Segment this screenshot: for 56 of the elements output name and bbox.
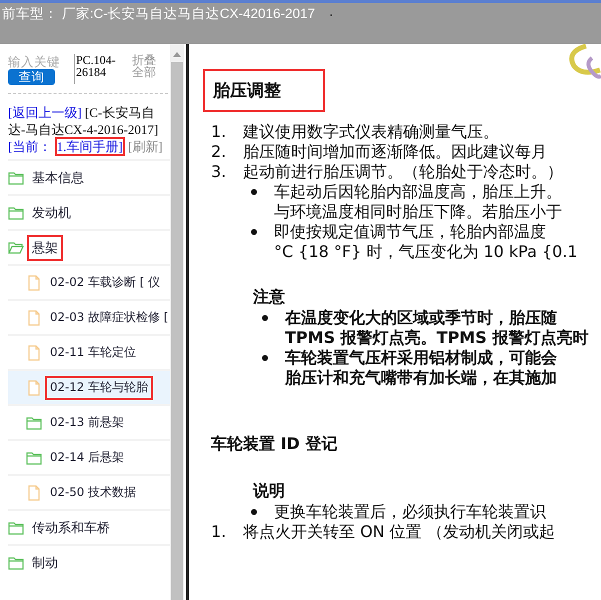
step-number: 1. bbox=[211, 522, 228, 542]
subheading: 车轮装置 ID 登记 bbox=[211, 433, 338, 455]
text-line: 即使按规定值调节气压，轮胎内部温度 bbox=[274, 222, 547, 242]
breadcrumb-link[interactable]: [返回上一级] bbox=[8, 105, 82, 120]
header-mark: . bbox=[329, 5, 334, 22]
bullet-icon bbox=[251, 189, 257, 195]
document-icon bbox=[26, 484, 42, 500]
refresh-link[interactable]: [刷新] bbox=[128, 139, 163, 154]
bullet-icon bbox=[251, 509, 257, 515]
text-line: °C {18 °F} 时，气压变化为 10 kPa {0.1 bbox=[274, 242, 578, 262]
section-heading: 胎压调整 bbox=[203, 69, 325, 112]
breadcrumb-link[interactable]: 1.车间手册] bbox=[54, 137, 125, 156]
document-icon bbox=[26, 344, 42, 360]
tree-item-label: 02-02 车载诊断 [ 仪 bbox=[49, 274, 162, 290]
step-text: 将点火开关转至 ON 位置 （发动机关闭或起 bbox=[243, 522, 555, 542]
tree-item-label: 02-12 车轮与轮胎 bbox=[45, 376, 154, 400]
note-title: 说明 bbox=[252, 480, 286, 502]
text-line: 胎压计和充气嘴带有加长端，在其施加 bbox=[285, 368, 557, 388]
breadcrumb-text: [返回上一级] [C-长安马自达-马自达CX-4-2016-2017] [当前： 1.车间手册] [刷新] bbox=[8, 104, 164, 158]
search-button[interactable]: 查询 bbox=[8, 69, 55, 85]
document-icon bbox=[26, 274, 42, 290]
step-number: 3. bbox=[211, 162, 228, 182]
code-text: PC.104-26184 bbox=[74, 54, 126, 84]
scrollbar[interactable] bbox=[170, 44, 184, 600]
step-text: 建议使用数字式仪表精确测量气压。 bbox=[243, 122, 499, 142]
bullet-icon bbox=[262, 315, 268, 321]
tree-item-label: 基本信息 bbox=[31, 170, 85, 188]
tree-item-label: 制动 bbox=[31, 554, 59, 572]
text-line: 更换车轮装置后，必须执行车轮装置识 bbox=[274, 502, 546, 522]
bullet-icon bbox=[251, 229, 257, 235]
step-number: 2. bbox=[211, 142, 228, 162]
step-number: 1. bbox=[211, 122, 228, 142]
step-text: 起动前进行胎压调节。（轮胎处于冷态时。） bbox=[243, 162, 563, 182]
tree-item[interactable]: 悬架 bbox=[8, 229, 170, 264]
text-line: 在温度变化大的区域或季节时，胎压随 bbox=[285, 308, 558, 328]
step-text: 胎压随时间增加而逐渐降低。因此建议每月 bbox=[243, 142, 547, 162]
tree-item-label: 传动系和车桥 bbox=[31, 520, 111, 538]
tree-item[interactable]: 02-12 车轮与轮胎 bbox=[8, 369, 170, 404]
tree-item-label: 02-50 技术数据 bbox=[49, 484, 138, 500]
tree-item-label: 02-11 车轮定位 bbox=[49, 344, 138, 360]
text-line: TPMS 报警灯点亮。TPMS 报警灯点亮时 bbox=[285, 328, 588, 348]
breadcrumb-link[interactable]: [当前： bbox=[8, 139, 52, 154]
scroll-up-icon[interactable] bbox=[172, 50, 182, 58]
tree-item-label: 发动机 bbox=[31, 204, 72, 222]
tree-item-label: 悬架 bbox=[27, 234, 63, 260]
vehicle-title: 前车型： 厂家:C-长安马自达马自达CX-42016-2017 bbox=[2, 5, 316, 23]
text-line: 车起动后因轮胎内部温度高，胎压上升。 bbox=[274, 182, 562, 202]
text-line: 车轮装置气压杆采用铝材制成，可能会 bbox=[285, 348, 557, 368]
note-title: 注意 bbox=[252, 286, 286, 308]
text-line: 与环境温度相同时胎压下降。若胎压小于 bbox=[274, 202, 562, 222]
tree-item-label: 02-13 前悬架 bbox=[49, 414, 126, 430]
document-icon bbox=[26, 310, 42, 326]
tree-item-label: 02-03 故障症状检修 [ bbox=[49, 308, 170, 326]
tree-item-label: 02-14 后悬架 bbox=[49, 448, 126, 466]
document-icon bbox=[26, 380, 42, 396]
bullet-icon bbox=[262, 355, 268, 361]
